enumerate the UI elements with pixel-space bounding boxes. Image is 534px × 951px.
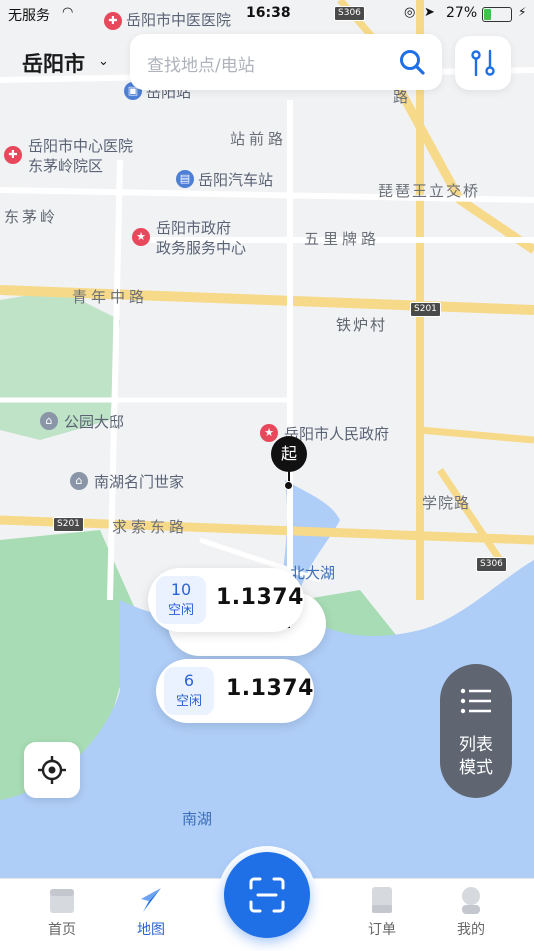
tab-orders[interactable]: 订单 (352, 885, 412, 939)
start-location-dot (284, 481, 293, 490)
map-label-interchange: 琵琶王立交桥 (378, 182, 481, 200)
list-mode-label: 模式 (459, 758, 493, 778)
tab-map[interactable]: 地图 (121, 885, 181, 939)
status-bar: 无服务 ◠ 16:38 ◎ ➤ 27% ⚡ (0, 0, 534, 28)
scan-icon (249, 877, 285, 913)
hospital-icon: ✚ (4, 146, 22, 164)
crosshair-icon (38, 756, 66, 784)
orders-icon (372, 887, 392, 913)
search-input[interactable]: 查找地点/电站 (130, 34, 442, 90)
idle-label: 空闲 (175, 694, 202, 709)
map-label-estate: 公园大邸 (64, 413, 125, 431)
idle-count: 6 (183, 671, 195, 690)
map-label-hospital: 岳阳市中心医院 (28, 137, 134, 155)
wifi-icon: ◠ (62, 5, 74, 20)
tab-profile[interactable]: 我的 (441, 885, 501, 939)
map-label-lake: 南湖 (182, 810, 213, 828)
highway-shield-s201: S201 (410, 302, 441, 317)
map-label-road: 青年中路 (72, 288, 149, 306)
route-button[interactable] (455, 36, 511, 90)
location-arrow-icon: ➤ (424, 5, 435, 20)
tab-label: 首页 (48, 922, 76, 938)
charging-icon: ⚡ (518, 5, 527, 19)
carrier-text: 无服务 (8, 8, 50, 24)
map-navigation-icon (141, 888, 161, 912)
tab-home[interactable]: 首页 (32, 885, 92, 939)
map-label-road: 站前路 (230, 130, 288, 148)
map-label-road: 求索东路 (112, 518, 189, 536)
building-icon: ⌂ (70, 472, 88, 490)
idle-count: 10 (170, 580, 192, 599)
scan-button[interactable] (224, 852, 310, 938)
home-icon (50, 889, 74, 913)
government-icon: ★ (132, 228, 150, 246)
search-icon[interactable] (398, 48, 426, 76)
battery-percent: 27% (446, 5, 478, 21)
start-marker[interactable]: 起 (271, 436, 307, 472)
map-label-road: 学院路 (422, 494, 471, 512)
idle-badge: 6 空闲 (164, 667, 214, 715)
city-selector[interactable]: 岳阳市 (22, 48, 85, 78)
locate-button[interactable] (24, 742, 80, 798)
station-price: 1.1374 (216, 585, 304, 610)
chevron-down-icon[interactable]: ⌄ (98, 54, 109, 69)
tab-label: 地图 (137, 922, 165, 938)
idle-label: 空闲 (167, 603, 194, 618)
station-price: 1.1374 (226, 676, 314, 701)
highway-shield-s306: S306 (476, 557, 507, 572)
clock: 16:38 (246, 5, 291, 21)
list-icon (460, 688, 491, 714)
map-label-estate: 南湖名门世家 (94, 473, 185, 491)
highway-shield-s201: S201 (53, 517, 84, 532)
list-mode-label: 列表 (459, 735, 493, 755)
map-label-gov-sub: 政务服务中心 (156, 239, 247, 257)
tab-label: 订单 (368, 922, 396, 938)
profile-icon (462, 887, 480, 914)
map-label-area: 东茅岭 (4, 208, 59, 226)
government-icon: ★ (260, 424, 278, 442)
map-label-gov: 岳阳市政府 (156, 219, 232, 237)
map-label-hospital-sub: 东茅岭院区 (28, 157, 104, 175)
orientation-lock-icon: ◎ (404, 5, 416, 20)
building-icon: ⌂ (40, 412, 58, 430)
station-marker[interactable]: 6 空闲 1.1374 (156, 659, 314, 723)
route-icon (471, 49, 495, 77)
map-label-village: 铁炉村 (336, 316, 388, 334)
battery-icon (482, 7, 512, 22)
station-marker[interactable]: 10 空闲 1.1374 (148, 568, 304, 632)
bus-icon: ▤ (176, 170, 194, 188)
map-label-bus-station: 岳阳汽车站 (198, 171, 274, 189)
search-placeholder[interactable]: 查找地点/电站 (147, 51, 255, 76)
map-label-road: 五里牌路 (304, 230, 381, 248)
tab-label: 我的 (457, 922, 485, 938)
list-mode-button[interactable]: 列表 模式 (440, 664, 512, 798)
idle-badge: 10 空闲 (156, 576, 206, 624)
